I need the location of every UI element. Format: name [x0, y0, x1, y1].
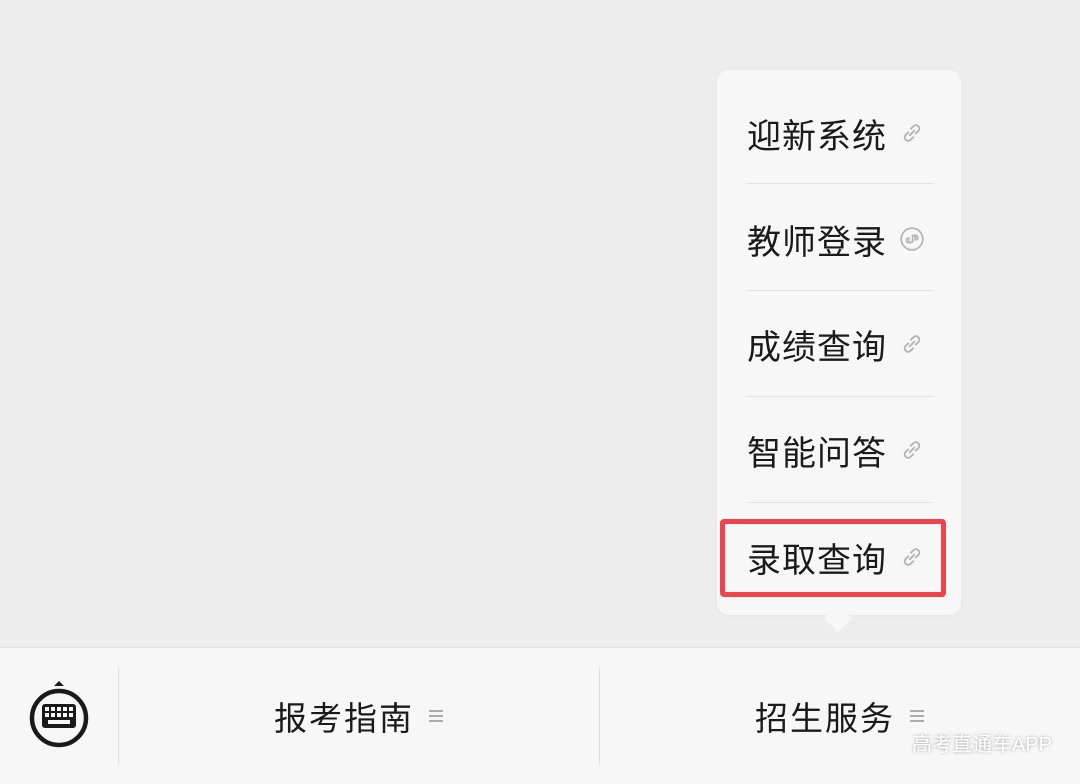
menu-item-label: 录取查询	[747, 540, 887, 581]
link-icon	[899, 437, 925, 463]
tab-admission-services[interactable]: 招生服务	[600, 648, 1080, 784]
menu-item-label: 成绩查询	[747, 327, 887, 368]
menu-item-score-query[interactable]: 成绩查询	[747, 291, 933, 397]
menu-lines-icon	[428, 708, 444, 724]
menu-item-label: 教师登录	[747, 222, 887, 263]
bottom-menu-bar: 报考指南 招生服务	[0, 647, 1080, 784]
menu-item-smart-qa[interactable]: 智能问答	[747, 397, 933, 503]
menu-item-label: 智能问答	[747, 433, 887, 474]
menu-lines-icon	[909, 708, 925, 724]
keyboard-toggle-button[interactable]	[28, 680, 90, 750]
watermark-text: 高考直通车APP	[911, 734, 1052, 756]
popup-menu: 迎新系统 教师登录 成绩查询 智能问答 录取查询	[717, 70, 961, 615]
keyboard-icon	[29, 681, 89, 748]
tab-application-guide[interactable]: 报考指南	[119, 648, 599, 784]
link-icon	[899, 544, 925, 570]
tab-label: 报考指南	[274, 699, 414, 738]
menu-item-label: 迎新系统	[747, 116, 887, 157]
mini-program-icon	[899, 226, 925, 252]
menu-item-welcome-system[interactable]: 迎新系统	[747, 80, 933, 186]
menu-divider	[747, 183, 933, 184]
menu-divider	[747, 502, 933, 503]
link-icon	[899, 120, 925, 146]
tab-label: 招生服务	[755, 699, 895, 738]
menu-item-teacher-login[interactable]: 教师登录	[747, 186, 933, 292]
menu-item-admission-query[interactable]: 录取查询	[747, 504, 933, 610]
link-icon	[899, 331, 925, 357]
